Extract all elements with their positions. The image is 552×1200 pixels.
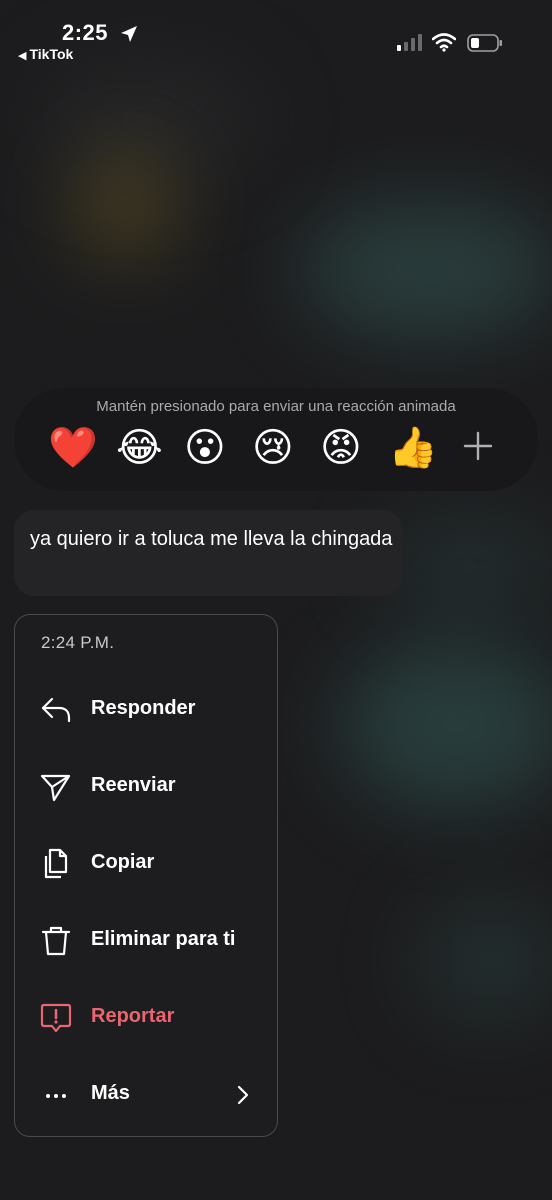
more-label: Más [91,1082,130,1104]
more-icon [46,1094,66,1098]
delete-label: Eliminar para ti [91,928,236,950]
reply-menu-item[interactable]: Responder [15,679,277,739]
wifi-icon [432,33,456,52]
surprised-reaction[interactable]: 😮 [184,426,226,470]
copy-label: Copiar [91,851,155,873]
send-icon [40,774,71,802]
forward-label: Reenviar [91,774,176,796]
back-arrow-icon: ◀ [18,50,27,62]
message-context-menu: 2:24 P.M. Responder Reenviar Copiar Elim… [14,614,278,1137]
reply-icon [41,697,71,723]
heart-reaction[interactable]: ❤️ [48,426,98,470]
back-to-app-link[interactable]: ◀ TikTok [18,46,73,62]
report-icon [40,1003,72,1033]
report-label: Reportar [91,1005,175,1027]
thumbs-up-reaction[interactable]: 👍 [388,426,438,470]
status-time: 2:25 [62,20,109,45]
back-app-label: TikTok [29,46,74,62]
cellular-signal-icon [397,34,422,51]
forward-menu-item[interactable]: Reenviar [15,756,277,816]
delete-menu-item[interactable]: Eliminar para ti [15,910,277,970]
angry-reaction[interactable]: 😡 [320,426,362,470]
copy-menu-item[interactable]: Copiar [15,833,277,893]
trash-icon [41,926,71,956]
crying-reaction[interactable]: 😢 [252,426,294,470]
battery-icon [467,34,502,52]
reply-label: Responder [91,697,196,719]
laughing-reaction[interactable]: 😂 [116,426,163,470]
plus-icon[interactable] [460,428,496,464]
report-menu-item[interactable]: Reportar [15,987,277,1047]
location-arrow-icon [121,26,137,42]
reaction-hint: Mantén presionado para enviar una reacci… [96,398,456,415]
copy-icon [44,848,68,879]
reaction-bar: Mantén presionado para enviar una reacci… [14,388,538,491]
chevron-right-icon [237,1085,249,1105]
more-menu-item[interactable]: Más [15,1064,277,1124]
message-bubble[interactable]: ya quiero ir a toluca me lleva la chinga… [14,510,403,596]
status-bar: 2:25 ◀ TikTok [0,0,552,70]
message-text: ya quiero ir a toluca me lleva la chinga… [30,528,393,550]
message-timestamp: 2:24 P.M. [41,633,115,652]
